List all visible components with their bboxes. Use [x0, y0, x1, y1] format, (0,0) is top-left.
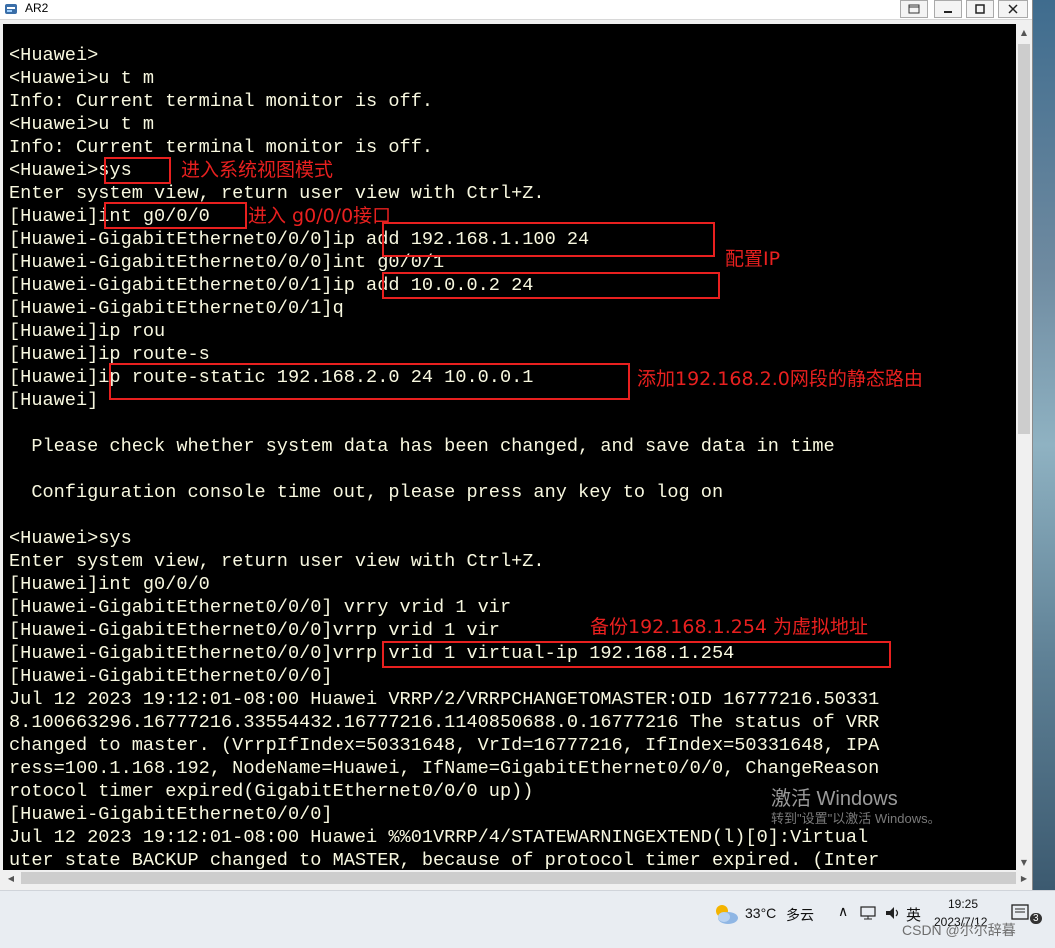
int-command-highlight [104, 202, 247, 229]
terminal-line: [Huawei]ip rou [9, 321, 166, 342]
vertical-scroll-thumb[interactable] [1018, 44, 1030, 434]
terminal-line: [Huawei-GigabitEthernet0/0/0]vrrp vrid 1… [9, 620, 500, 641]
scroll-up-icon[interactable]: ▲ [1016, 24, 1032, 40]
csdn-watermark: CSDN @尔尔辞暮 [902, 922, 1016, 938]
terminal-line: [Huawei-GigabitEthernet0/0/0] [9, 666, 333, 687]
terminal-line: [Huawei-GigabitEthernet0/0/1]q [9, 298, 344, 319]
vrrp-annotation: 备份192.168.1.254 为虚拟地址 [590, 616, 869, 638]
terminal-window: AR2 <Huawei> <Huawei>u t m Info: Current… [0, 0, 1033, 890]
weather-icon[interactable] [712, 903, 740, 925]
maximize-button[interactable] [966, 0, 994, 18]
terminal-line: [Huawei-GigabitEthernet0/0/0]int g0/0/1 [9, 252, 445, 273]
vertical-scrollbar[interactable]: ▲ ▼ [1016, 24, 1032, 870]
terminal-line: <Huawei>sys [9, 528, 132, 549]
terminal-line: [Huawei-GigabitEthernet0/0/0] vrry vrid … [9, 597, 512, 618]
ip-annotation: 配置IP [725, 248, 781, 270]
taskbar: 33°C 多云 ∧ 英 19:25 2023/7/12 3 CSDN @尔尔辞暮 [0, 890, 1055, 948]
sys-command-highlight [104, 157, 171, 184]
scroll-right-icon[interactable]: ▶ [1016, 870, 1032, 886]
terminal-line: <Huawei> [9, 45, 99, 66]
weather-description[interactable]: 多云 [786, 905, 814, 925]
scroll-down-icon[interactable]: ▼ [1016, 854, 1032, 870]
window-title: AR2 [25, 1, 49, 15]
terminal-line: Jul 12 2023 19:12:01-08:00 Huawei %%01VR… [9, 827, 869, 848]
maximize-icon [975, 4, 985, 14]
weather-temperature[interactable]: 33°C [745, 905, 776, 921]
clock-time[interactable]: 19:25 [948, 897, 978, 911]
terminal-line: [Huawei-GigabitEthernet0/0/0] [9, 804, 333, 825]
app-icon [5, 4, 17, 14]
terminal-line: <Huawei>u t m [9, 68, 155, 89]
title-bar[interactable]: AR2 [0, 0, 1032, 20]
volume-icon[interactable] [884, 905, 902, 921]
restore-icon [908, 4, 920, 14]
terminal-line: Jul 12 2023 19:12:01-08:00 Huawei VRRP/2… [9, 689, 880, 710]
activation-watermark-title: 激活 Windows [771, 788, 898, 810]
terminal-line: [Huawei]int g0/0/0 [9, 574, 210, 595]
terminal-line: rotocol timer expired(GigabitEthernet0/0… [9, 781, 534, 802]
scroll-left-icon[interactable]: ◀ [3, 870, 19, 886]
network-icon[interactable] [860, 906, 876, 920]
route-annotation: 添加192.168.2.0网段的静态路由 [637, 368, 923, 390]
terminal-line: Info: Current terminal monitor is off. [9, 137, 434, 158]
terminal-line: ress=100.1.168.192, NodeName=Huawei, IfN… [9, 758, 880, 779]
terminal-line: 8.100663296.16777216.33554432.16777216.1… [9, 712, 880, 733]
ip-command-highlight-2 [382, 272, 720, 299]
terminal-line: <Huawei>u t m [9, 114, 155, 135]
restore-button[interactable] [900, 0, 928, 18]
close-button[interactable] [998, 0, 1028, 18]
close-icon [1008, 4, 1018, 14]
terminal-line: Info: Current terminal monitor is off. [9, 91, 434, 112]
terminal-console[interactable]: <Huawei> <Huawei>u t m Info: Current ter… [3, 24, 1016, 870]
activation-watermark-subtitle: 转到"设置"以激活 Windows。 [771, 811, 941, 826]
terminal-line: Configuration console time out, please p… [9, 482, 724, 503]
sys-annotation: 进入系统视图模式 [181, 159, 334, 181]
vrrp-command-highlight [382, 641, 891, 668]
horizontal-scroll-thumb[interactable] [21, 872, 1016, 884]
minimize-button[interactable] [934, 0, 962, 18]
minimize-icon [944, 11, 952, 13]
route-command-highlight [109, 363, 630, 400]
terminal-line: uter state BACKUP changed to MASTER, bec… [9, 850, 880, 870]
chevron-up-icon[interactable]: ∧ [838, 903, 848, 920]
ip-command-highlight-1 [382, 222, 715, 257]
terminal-line: Please check whether system data has bee… [9, 436, 835, 457]
horizontal-scrollbar[interactable]: ◀ ▶ [3, 870, 1032, 886]
desktop-background [1032, 0, 1055, 890]
terminal-line: Enter system view, return user view with… [9, 551, 545, 572]
terminal-line: [Huawei] [9, 390, 99, 411]
notification-badge: 3 [1030, 913, 1042, 924]
terminal-line: Enter system view, return user view with… [9, 183, 545, 204]
terminal-line: changed to master. (VrrpIfIndex=50331648… [9, 735, 880, 756]
int-annotation: 进入 g0/0/0接口 [248, 205, 392, 227]
